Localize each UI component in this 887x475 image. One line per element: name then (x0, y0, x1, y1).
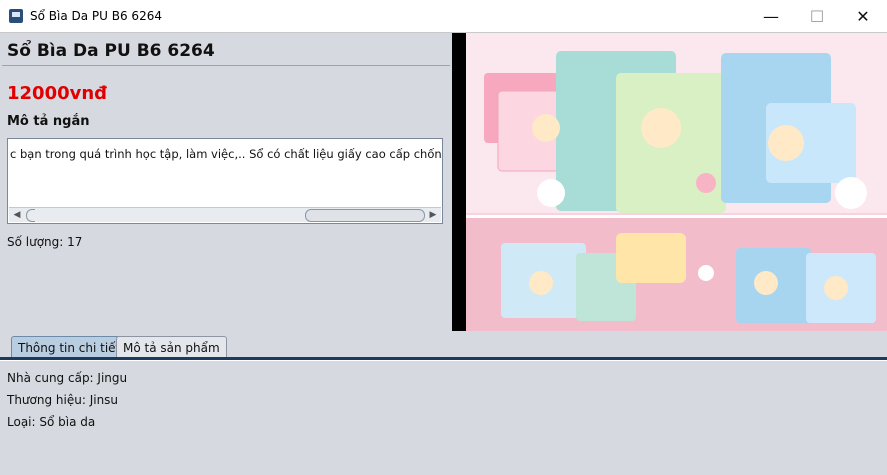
window-titlebar: Sổ Bìa Da PU B6 6264 — ☐ ✕ (0, 0, 887, 33)
app-icon (9, 9, 23, 23)
image-panel (452, 33, 887, 331)
maximize-icon: ☐ (809, 6, 825, 26)
tab-product-description[interactable]: Mô tả sản phẩm (116, 336, 227, 358)
product-image (466, 33, 887, 331)
short-description-textarea[interactable]: c bạn trong quá trình học tập, làm việc,… (7, 138, 443, 224)
tab-product-details[interactable]: Thông tin chi tiết (11, 336, 128, 358)
maximize-button[interactable]: ☐ (794, 0, 840, 32)
scroll-right-icon[interactable]: ▶ (426, 209, 440, 221)
horizontal-scrollbar[interactable]: ◀ ▶ (9, 207, 441, 222)
close-icon: ✕ (856, 6, 870, 26)
product-image-illustration (466, 33, 887, 331)
quantity-label: Số lượng: 17 (7, 235, 83, 249)
minimize-button[interactable]: — (748, 0, 794, 32)
tab-bar: Thông tin chi tiết Mô tả sản phẩm (0, 333, 887, 360)
scroll-left-icon[interactable]: ◀ (10, 209, 24, 221)
window-title: Sổ Bìa Da PU B6 6264 (30, 9, 162, 23)
minimize-icon: — (763, 6, 779, 26)
product-title: Sổ Bìa Da PU B6 6264 (7, 41, 215, 61)
short-description-text: c bạn trong quá trình học tập, làm việc,… (10, 147, 443, 161)
close-button[interactable]: ✕ (840, 0, 886, 32)
scroll-track-start (26, 209, 35, 222)
short-description-label: Mô tả ngắn (7, 114, 90, 129)
product-price: 12000vnđ (7, 83, 108, 104)
type-label: Loại: Sổ bìa da (7, 415, 96, 429)
title-separator (2, 65, 450, 66)
details-panel: Nhà cung cấp: Jingu Thương hiệu: Jinsu L… (0, 360, 887, 475)
main-content: Sổ Bìa Da PU B6 6264 12000vnđ Mô tả ngắn… (0, 33, 887, 475)
brand-label: Thương hiệu: Jinsu (7, 393, 119, 407)
scrollbar-thumb[interactable] (305, 209, 425, 222)
supplier-label: Nhà cung cấp: Jingu (7, 371, 128, 385)
